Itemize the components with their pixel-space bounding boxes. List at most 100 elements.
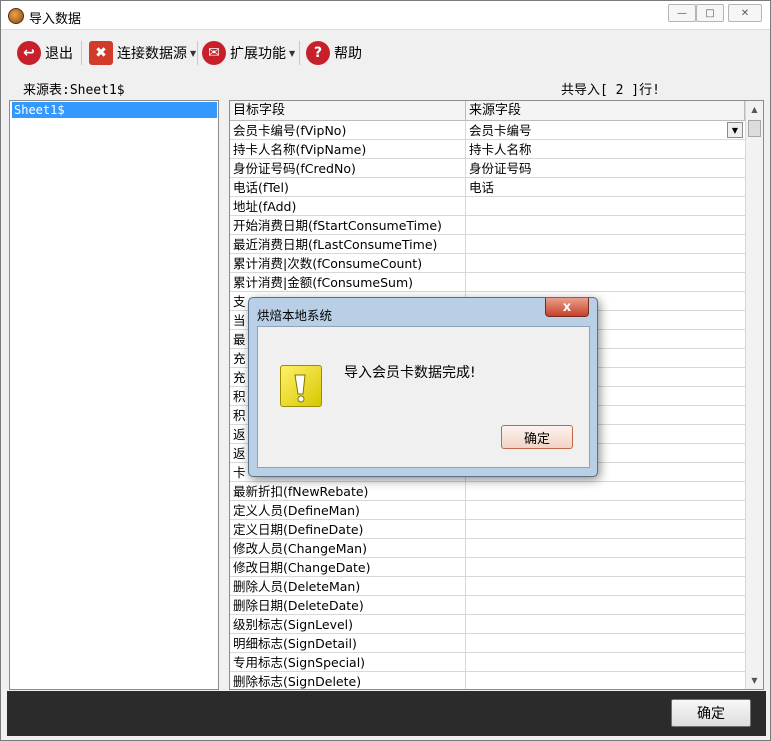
target-field-cell: 删除标志(SignDelete) — [230, 672, 466, 689]
close-button[interactable]: ✕ — [728, 4, 762, 22]
target-field-cell: 开始消费日期(fStartConsumeTime) — [230, 216, 466, 235]
target-field-cell: 身份证号码(fCredNo) — [230, 159, 466, 178]
app-icon — [8, 8, 24, 24]
table-row[interactable]: 最新折扣(fNewRebate) — [230, 482, 745, 501]
scroll-up-icon[interactable]: ▲ — [746, 101, 763, 118]
source-field-cell[interactable] — [466, 235, 745, 254]
table-row[interactable]: 删除人员(DeleteMan) — [230, 577, 745, 596]
source-field-cell[interactable] — [466, 482, 745, 501]
source-field-cell[interactable] — [466, 558, 745, 577]
source-bar: 来源表:Sheet1$ 共导入[ 2 ]行! — [1, 75, 770, 99]
chevron-down-icon: ▼ — [190, 48, 197, 58]
target-field-cell: 修改人员(ChangeMan) — [230, 539, 466, 558]
source-field-cell[interactable]: 会员卡编号 — [466, 121, 745, 140]
target-field-cell: 定义日期(DefineDate) — [230, 520, 466, 539]
target-field-cell: 明细标志(SignDetail) — [230, 634, 466, 653]
source-field-cell[interactable] — [466, 653, 745, 672]
source-field-cell[interactable]: 电话 — [466, 178, 745, 197]
target-field-cell: 电话(fTel) — [230, 178, 466, 197]
target-field-cell: 累计消费|次数(fConsumeCount) — [230, 254, 466, 273]
table-row[interactable]: 删除标志(SignDelete) — [230, 672, 745, 689]
chevron-down-icon: ▼ — [289, 48, 296, 58]
dialog-body: 导入会员卡数据完成! 确定 — [257, 326, 590, 468]
toolbar: ↩ 退出 ✖ 连接数据源 ▼ ✉ 扩展功能 ▼ ? 帮助 — [1, 31, 770, 75]
help-button[interactable]: ? 帮助 — [306, 39, 362, 67]
source-field-cell[interactable] — [466, 539, 745, 558]
sheet-list-item[interactable]: Sheet1$ — [12, 102, 217, 118]
source-field-cell[interactable] — [466, 672, 745, 689]
table-row[interactable]: 累计消费|次数(fConsumeCount) — [230, 254, 745, 273]
table-row[interactable]: 地址(fAdd) — [230, 197, 745, 216]
vertical-scrollbar[interactable]: ▲ ▼ — [745, 101, 763, 689]
dialog-close-button[interactable]: x — [545, 298, 589, 317]
extend-features-label: 扩展功能 — [230, 46, 286, 62]
ok-button[interactable]: 确定 — [671, 699, 751, 727]
table-row[interactable]: 专用标志(SignSpecial) — [230, 653, 745, 672]
exit-label: 退出 — [45, 46, 73, 62]
target-field-cell: 修改日期(ChangeDate) — [230, 558, 466, 577]
title-bar: 导入数据 — □ ✕ — [1, 1, 770, 30]
source-field-cell[interactable] — [466, 577, 745, 596]
table-row[interactable]: 修改日期(ChangeDate) — [230, 558, 745, 577]
table-row[interactable]: 定义人员(DefineMan) — [230, 501, 745, 520]
dialog-ok-button[interactable]: 确定 — [501, 425, 573, 449]
toolbar-divider — [197, 41, 198, 65]
source-field-cell[interactable] — [466, 634, 745, 653]
toolbar-divider — [81, 41, 82, 65]
table-row[interactable]: 删除日期(DeleteDate) — [230, 596, 745, 615]
source-field-cell[interactable] — [466, 273, 745, 292]
source-field-cell[interactable]: 持卡人名称 — [466, 140, 745, 159]
source-field-cell[interactable] — [466, 254, 745, 273]
table-row[interactable]: 电话(fTel) 电话 — [230, 178, 745, 197]
maximize-button[interactable]: □ — [696, 4, 724, 22]
source-field-cell[interactable] — [466, 615, 745, 634]
column-header-target[interactable]: 目标字段 — [230, 101, 466, 121]
envelope-icon: ✉ — [202, 41, 226, 65]
source-table-label: 来源表:Sheet1$ — [23, 83, 125, 98]
exit-icon: ↩ — [17, 41, 41, 65]
scroll-down-icon[interactable]: ▼ — [746, 672, 763, 689]
footer-bar: 确定 — [7, 691, 766, 736]
table-row[interactable]: 累计消费|金额(fConsumeSum) — [230, 273, 745, 292]
target-field-cell: 累计消费|金额(fConsumeSum) — [230, 273, 466, 292]
dialog-title: 烘焙本地系统 — [257, 308, 333, 323]
grid-header: 目标字段 来源字段 — [230, 101, 745, 121]
exit-button[interactable]: ↩ 退出 — [17, 39, 73, 67]
wrench-icon: ✖ — [89, 41, 113, 65]
target-field-cell: 专用标志(SignSpecial) — [230, 653, 466, 672]
column-header-source[interactable]: 来源字段 — [466, 101, 745, 121]
source-field-cell[interactable] — [466, 197, 745, 216]
toolbar-divider — [299, 41, 300, 65]
table-row[interactable]: 修改人员(ChangeMan) — [230, 539, 745, 558]
extend-features-button[interactable]: ✉ 扩展功能 ▼ — [202, 39, 295, 67]
table-row[interactable]: 明细标志(SignDetail) — [230, 634, 745, 653]
dropdown-arrow-icon[interactable]: ▼ — [727, 122, 743, 138]
target-field-cell: 持卡人名称(fVipName) — [230, 140, 466, 159]
target-field-cell: 定义人员(DefineMan) — [230, 501, 466, 520]
close-icon: x — [562, 299, 572, 315]
minimize-button[interactable]: — — [668, 4, 696, 22]
source-field-cell[interactable]: 身份证号码 — [466, 159, 745, 178]
table-row[interactable]: 身份证号码(fCredNo) 身份证号码 — [230, 159, 745, 178]
source-field-cell[interactable] — [466, 216, 745, 235]
source-field-cell[interactable] — [466, 596, 745, 615]
table-row[interactable]: 开始消费日期(fStartConsumeTime) — [230, 216, 745, 235]
connect-datasource-label: 连接数据源 — [117, 46, 187, 62]
source-field-cell[interactable] — [466, 520, 745, 539]
target-field-cell: 级别标志(SignLevel) — [230, 615, 466, 634]
target-field-cell: 删除日期(DeleteDate) — [230, 596, 466, 615]
connect-datasource-button[interactable]: ✖ 连接数据源 ▼ — [89, 39, 196, 67]
source-field-cell[interactable] — [466, 501, 745, 520]
help-label: 帮助 — [334, 46, 362, 62]
exclamation-icon — [280, 365, 322, 407]
target-field-cell: 最近消费日期(fLastConsumeTime) — [230, 235, 466, 254]
table-row[interactable]: 最近消费日期(fLastConsumeTime) — [230, 235, 745, 254]
table-row[interactable]: 持卡人名称(fVipName) 持卡人名称 — [230, 140, 745, 159]
table-row[interactable]: 会员卡编号(fVipNo) 会员卡编号 ▼ — [230, 121, 745, 140]
target-field-cell: 最新折扣(fNewRebate) — [230, 482, 466, 501]
target-field-cell: 删除人员(DeleteMan) — [230, 577, 466, 596]
scrollbar-thumb[interactable] — [748, 120, 761, 137]
table-row[interactable]: 定义日期(DefineDate) — [230, 520, 745, 539]
help-icon: ? — [306, 41, 330, 65]
table-row[interactable]: 级别标志(SignLevel) — [230, 615, 745, 634]
